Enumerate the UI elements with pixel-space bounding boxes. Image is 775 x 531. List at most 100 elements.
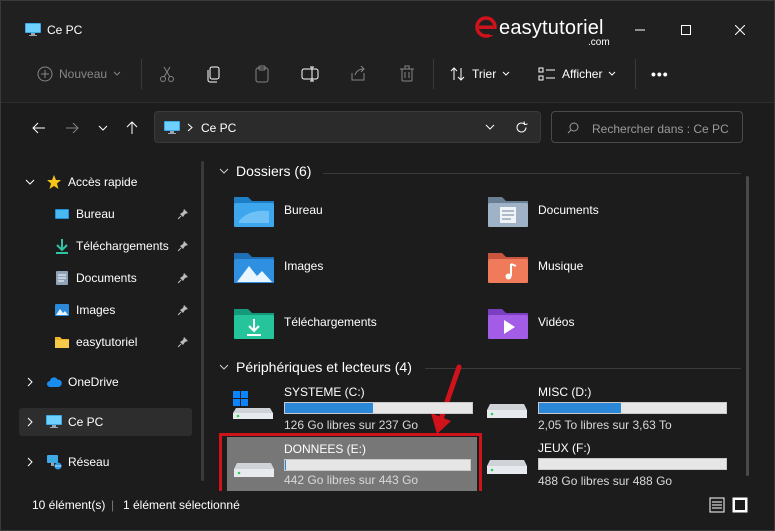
view-list-icon [538,67,555,81]
toolbar-separator [635,59,636,89]
sidebar-item-network[interactable]: Réseau [19,448,192,476]
sidebar-item-easytutoriel[interactable]: easytutoriel [19,328,192,356]
back-button[interactable] [29,119,49,137]
plus-circle-icon [37,66,53,82]
this-pc-icon [164,121,180,134]
drives-group-header[interactable]: Périphériques et lecteurs (4) [219,359,412,375]
delete-button[interactable] [398,63,416,85]
title-bar: Ce PC easytutoriel .com [1,1,774,48]
view-button[interactable]: Afficher [538,63,616,85]
sidebar-item-this-pc[interactable]: Ce PC [19,408,192,436]
status-divider: | [111,498,115,512]
folder-item-musique[interactable]: Musique [487,249,727,293]
sort-label: Trier [472,67,497,81]
copy-icon [207,66,220,83]
minimize-button[interactable] [617,15,663,45]
sidebar-item-documents[interactable]: Documents [19,264,192,292]
chevron-right-icon [27,377,33,387]
folder-item-documents[interactable]: Documents [487,193,727,237]
sidebar-item-bureau[interactable]: Bureau [19,200,192,228]
new-button[interactable]: Nouveau [37,63,121,85]
view-label: Afficher [562,67,603,81]
folders-group-header[interactable]: Dossiers (6) [219,163,311,179]
close-button[interactable] [717,15,763,45]
status-bar: 10 élément(s) | 1 élément sélectionné [1,491,774,519]
drives-group-title: Périphériques et lecteurs (4) [236,359,412,375]
system-drive-icon [233,391,273,419]
copy-button[interactable] [205,63,223,85]
sort-button[interactable]: Trier [450,63,510,85]
address-dropdown-icon[interactable] [485,124,495,131]
rename-button[interactable] [301,63,319,85]
chevron-down-icon [98,125,108,131]
drive-usage-bar [538,402,727,414]
drive-usage-fill [539,403,622,413]
tiles-view-icon[interactable] [732,497,748,513]
folder-item-bureau[interactable]: Bureau [233,193,473,237]
minimize-icon [635,29,645,31]
folder-label: Documents [538,203,599,217]
folder-item-telechargements[interactable]: Téléchargements [233,305,473,349]
drive-item-f[interactable]: JEUX (F:) 488 Go libres sur 488 Go [484,438,731,488]
folder-item-images[interactable]: Images [233,249,473,293]
drive-name: SYSTEME (C:) [284,385,365,399]
sidebar-label: Documents [76,271,137,285]
more-icon: ••• [651,66,669,82]
sidebar-label: easytutoriel [76,335,138,349]
chevron-down-icon [25,179,35,185]
share-icon [351,65,365,81]
file-explorer-window: Ce PC easytutoriel .com Nouveau Trier Af… [0,0,775,531]
chevron-right-icon [187,123,193,132]
details-view-icon[interactable] [709,497,725,513]
command-bar: Nouveau Trier Afficher ••• [1,45,774,103]
sidebar-item-telechargements[interactable]: Téléchargements [19,232,192,260]
breadcrumb-this-pc[interactable]: Ce PC [201,121,236,135]
drive-usage-bar [538,458,727,470]
sidebar-item-quick-access[interactable]: Accès rapide [19,168,192,196]
arrow-left-icon [32,122,45,134]
scissors-icon [160,66,174,82]
recent-locations-button[interactable] [93,119,113,137]
drive-name: MISC (D:) [538,385,592,399]
drive-usage-fill [285,403,373,413]
refresh-icon[interactable] [515,121,528,134]
drive-item-d[interactable]: MISC (D:) 2,05 To libres sur 3,63 To [484,382,731,432]
search-placeholder: Rechercher dans : Ce PC [592,122,729,136]
sidebar-item-images[interactable]: Images [19,296,192,324]
content-scrollbar[interactable] [746,176,749,476]
folders-group-title: Dossiers (6) [236,163,312,179]
star-icon [47,175,61,189]
drive-item-c[interactable]: SYSTEME (C:) 126 Go libres sur 237 Go [230,382,477,432]
downloads-folder-icon [234,309,274,339]
maximize-icon [681,25,691,35]
cut-button[interactable] [158,63,176,85]
paste-button[interactable] [253,63,271,85]
sidebar-scrollbar[interactable] [201,161,204,481]
close-icon [735,25,745,35]
this-pc-icon [46,415,62,428]
search-input[interactable]: Rechercher dans : Ce PC [551,111,743,143]
download-icon [56,239,68,254]
forward-button[interactable] [62,119,82,137]
sidebar-item-onedrive[interactable]: OneDrive [19,368,192,396]
sidebar-label: Images [76,303,116,317]
maximize-button[interactable] [663,15,709,45]
this-pc-icon [25,23,41,36]
folder-label: Vidéos [538,315,575,329]
highlight-box [219,433,482,494]
up-button[interactable] [122,119,142,137]
chevron-down-icon [502,71,510,76]
navigation-pane: Accès rapide Bureau Téléchargements Docu… [19,154,203,489]
drive-usage-bar [284,402,473,414]
folder-item-videos[interactable]: Vidéos [487,305,727,349]
selection-count: 1 élément sélectionné [123,498,240,512]
address-bar[interactable]: Ce PC [154,111,541,143]
pin-icon [177,273,188,284]
drive-name: JEUX (F:) [538,441,591,455]
network-icon [47,455,62,470]
cloud-icon [47,377,62,387]
sidebar-label: Bureau [76,207,115,221]
group-divider [323,173,741,174]
share-button[interactable] [349,63,367,85]
more-options-button[interactable]: ••• [651,63,669,85]
